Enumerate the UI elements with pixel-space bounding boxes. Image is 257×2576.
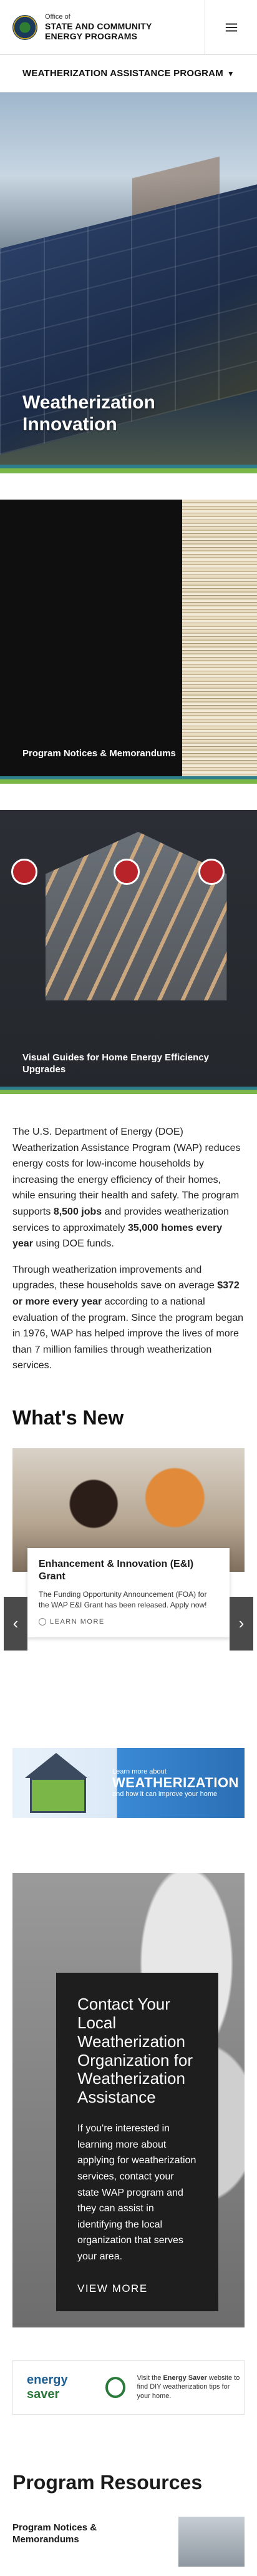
office-name-line1: STATE AND COMMUNITY <box>45 21 152 31</box>
contact-body: If you're interested in learning more ab… <box>77 2123 196 2262</box>
contact-card: Contact Your Local Weatherization Organi… <box>56 1972 218 2311</box>
chevron-right-icon: › <box>238 1614 245 1633</box>
chevron-left-icon: ‹ <box>12 1614 19 1633</box>
site-header: Office of STATE AND COMMUNITY ENERGY PRO… <box>0 0 257 55</box>
hamburger-menu-icon <box>225 23 237 32</box>
promo-visual-guides[interactable]: Visual Guides for Home Energy Efficiency… <box>0 810 257 1094</box>
office-name-line2: ENERGY PROGRAMS <box>45 31 138 41</box>
resource-thumbnail <box>178 2516 245 2567</box>
hero-title-line1: Weatherization <box>22 392 155 413</box>
news-card-title[interactable]: Enhancement & Innovation (E&I) Grant <box>39 1558 218 1583</box>
hero-title-line2: Innovation <box>22 413 117 435</box>
learn-more-link[interactable]: LEARN MORE <box>39 1617 105 1626</box>
intro-paragraph-2: Through weatherization improvements and … <box>12 1264 244 1371</box>
program-nav-dropdown[interactable]: WEATHERIZATION ASSISTANCE PROGRAM ▼ <box>0 55 257 92</box>
news-card[interactable]: Enhancement & Innovation (E&I) Grant The… <box>27 1547 230 1637</box>
intro-text: The U.S. Department of Energy (DOE) Weat… <box>0 1094 257 1374</box>
office-small-label: Office of <box>45 13 70 21</box>
carousel-next-button[interactable]: › <box>230 1596 253 1651</box>
news-carousel: Enhancement & Innovation (E&I) Grant The… <box>4 1448 253 1654</box>
chevron-down-icon: ▼ <box>226 69 235 78</box>
house-cutaway-image <box>46 832 227 1000</box>
promo-label-line1: Visual Guides for Home Energy Efficiency <box>22 1052 209 1063</box>
hero-banner: Weatherization Innovation <box>0 92 257 473</box>
contact-section: Contact Your Local Weatherization Organi… <box>12 1872 245 2327</box>
weatherization-learn-more-banner[interactable]: Learn more about WEATHERIZATION and how … <box>12 1747 245 1818</box>
wx-banner-big: WEATHERIZATION <box>112 1774 239 1790</box>
resource-item-title: Program Notices & Memorandums <box>12 2522 97 2545</box>
energy-saver-text: Visit the Energy Saver website to find D… <box>137 2374 240 2401</box>
energy-saver-banner[interactable]: energy saver Visit the Energy Saver webs… <box>12 2359 245 2415</box>
carousel-prev-button[interactable]: ‹ <box>4 1596 27 1651</box>
hero-title: Weatherization Innovation <box>22 392 155 435</box>
energy-saver-logo: energy saver <box>27 2372 68 2401</box>
lightbulb-icon <box>105 2376 126 2398</box>
learn-more-label: LEARN MORE <box>50 1617 105 1626</box>
promo-label: Visual Guides for Home Energy Efficiency… <box>22 1052 209 1076</box>
hotspot-marker <box>198 859 225 885</box>
house-icon <box>19 1752 94 1813</box>
promo-accent-stripe <box>0 1087 257 1094</box>
intro-paragraph-1: The U.S. Department of Energy (DOE) Weat… <box>12 1127 241 1250</box>
spacer <box>0 473 257 500</box>
document-stack-image <box>182 500 257 784</box>
wx-banner-small-1: Learn more about <box>112 1767 167 1775</box>
hotspot-marker <box>114 859 140 885</box>
menu-button[interactable] <box>205 0 257 55</box>
program-resources-title: Program Resources <box>12 2470 203 2494</box>
wx-banner-small-2: and how it can improve your home <box>112 1790 218 1798</box>
resource-item-program-notices[interactable]: Program Notices & Memorandums <box>0 2516 257 2576</box>
promo-label: Program Notices & Memorandums <box>22 748 176 759</box>
doe-seal-logo[interactable] <box>12 14 37 40</box>
program-nav-label: WEATHERIZATION ASSISTANCE PROGRAM <box>22 68 223 79</box>
hotspot-marker <box>11 859 37 885</box>
circle-arrow-icon <box>39 1617 46 1626</box>
news-card-excerpt: The Funding Opportunity Announcement (FO… <box>39 1589 207 1610</box>
wx-banner-text: Learn more about WEATHERIZATION and how … <box>112 1768 239 1798</box>
hero-accent-stripe <box>0 465 257 473</box>
whats-new-title: What's New <box>12 1406 124 1429</box>
promo-program-notices[interactable]: Program Notices & Memorandums <box>0 500 257 784</box>
contact-title: Contact Your Local Weatherization Organi… <box>77 1994 193 2107</box>
promo-label-line2: Upgrades <box>22 1063 66 1075</box>
promo-accent-stripe <box>0 776 257 784</box>
view-more-link[interactable]: VIEW MORE <box>77 2282 148 2295</box>
office-title[interactable]: Office of STATE AND COMMUNITY ENERGY PRO… <box>45 13 152 41</box>
